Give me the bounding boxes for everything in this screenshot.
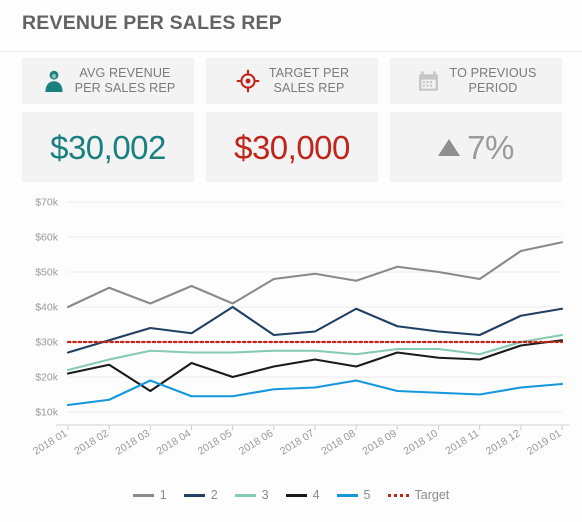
chart-legend: 1 2 3 4 5 Target [0, 482, 582, 508]
legend-swatch [183, 493, 205, 497]
x-axis-tick-label: 2018 01 [31, 427, 70, 457]
kpi-header-avg-revenue-per-sales-rep[interactable]: AVG REVENUE PER SALES REP [22, 58, 194, 104]
legend-swatch [336, 493, 358, 497]
x-axis-tick-label: 2018 11 [443, 427, 481, 457]
y-axis-tick-label: $70k [35, 197, 59, 209]
x-axis-tick-label: 2018 03 [113, 427, 152, 457]
kpi-value-wrapper: 7% [438, 131, 514, 164]
legend-label: 1 [159, 488, 167, 502]
kpi-header-to-previous-period[interactable]: TO PREVIOUS PERIOD [390, 58, 562, 104]
x-axis-tick-label: 2018 12 [484, 427, 523, 457]
calendar-icon [416, 67, 442, 95]
x-axis-tick-label: 2018 04 [155, 427, 194, 457]
legend-label: 2 [210, 488, 218, 502]
x-axis-tick-label: 2018 06 [237, 427, 276, 457]
legend-swatch [285, 493, 307, 497]
kpi-header-target-per-sales-rep[interactable]: TARGET PER SALES REP [206, 58, 378, 104]
legend-label: 5 [363, 488, 371, 502]
x-axis-tick-label: 2018 10 [402, 427, 441, 457]
y-axis-labels: $10k $20k $30k $40k $50k $60k $70k [35, 197, 59, 419]
kpi-value-target-per-sales-rep: $30,000 [206, 112, 378, 182]
chart-canvas: $10k$20k$30k$40k$50k$60k$70k 2018 01 2018… [31, 197, 570, 458]
x-axis-tick-label: 2018 07 [278, 427, 317, 457]
kpi-label-row: AVG REVENUE PER SALES REP TARGET PER SAL… [22, 58, 562, 104]
y-axis-tick-label: $30k [35, 337, 59, 349]
series-line-3 [66, 333, 564, 372]
legend-item-5[interactable]: 5 [336, 488, 371, 502]
x-axis-tick-label: 2018 09 [360, 427, 399, 457]
kpi-value-row: $30,002 $30,000 7% [22, 112, 562, 182]
series-line-2 [66, 305, 564, 354]
kpi-value: 7% [467, 128, 514, 166]
x-axis [56, 424, 570, 430]
x-axis-tick-label: 2019 01 [525, 427, 564, 457]
gridlines [68, 201, 562, 413]
kpi-value: $30,002 [50, 128, 166, 166]
revenue-per-sales-rep-widget: REVENUE PER SALES REP AVG REVENUE PER SA… [0, 0, 582, 522]
legend-swatch [387, 493, 409, 497]
page-title: REVENUE PER SALES REP [22, 12, 282, 34]
legend-item-4[interactable]: 4 [285, 488, 320, 502]
person-icon [41, 67, 67, 95]
legend-item-1[interactable]: 1 [132, 488, 167, 502]
legend-item-target[interactable]: Target [387, 488, 450, 502]
y-axis-tick-label: $10k [35, 407, 59, 419]
legend-label: 4 [312, 488, 320, 502]
x-axis-tick-label: 2018 08 [319, 427, 358, 457]
widget-header: REVENUE PER SALES REP [0, 0, 582, 52]
legend-swatch [132, 493, 154, 497]
y-axis-tick-label: $20k [35, 372, 59, 384]
series-line-5 [66, 379, 564, 407]
target-icon [235, 67, 261, 95]
x-axis-labels: 2018 01 2018 02 2018 03 2018 04 2018 05 2018 … [31, 427, 564, 457]
legend-label: 3 [261, 488, 269, 502]
legend-swatch [234, 493, 256, 497]
legend-label: Target [414, 488, 450, 502]
series-line-1 [66, 241, 564, 309]
trend-up-icon [438, 138, 461, 156]
x-axis-tick-label: 2018 02 [72, 427, 111, 457]
x-axis-tick-label: 2018 05 [196, 427, 235, 457]
kpi-label: TARGET PER SALES REP [268, 66, 350, 95]
kpi-value-to-previous-period: 7% [390, 112, 562, 182]
legend-item-2[interactable]: 2 [183, 488, 218, 502]
line-chart: $10k $20k $30k $40k $50k $60k $70k 2018 01 2018… [0, 190, 582, 480]
y-axis-tick-label: $60k [35, 232, 59, 244]
series-lines [66, 241, 564, 407]
y-axis-tick-label: $50k [35, 267, 59, 279]
kpi-label: TO PREVIOUS PERIOD [449, 66, 537, 95]
kpi-label: AVG REVENUE PER SALES REP [74, 66, 176, 95]
legend-item-3[interactable]: 3 [234, 488, 269, 502]
y-axis-tick-label: $40k [35, 302, 59, 314]
kpi-value-avg-revenue-per-sales-rep: $30,002 [22, 112, 194, 182]
kpi-value: $30,000 [234, 128, 350, 166]
